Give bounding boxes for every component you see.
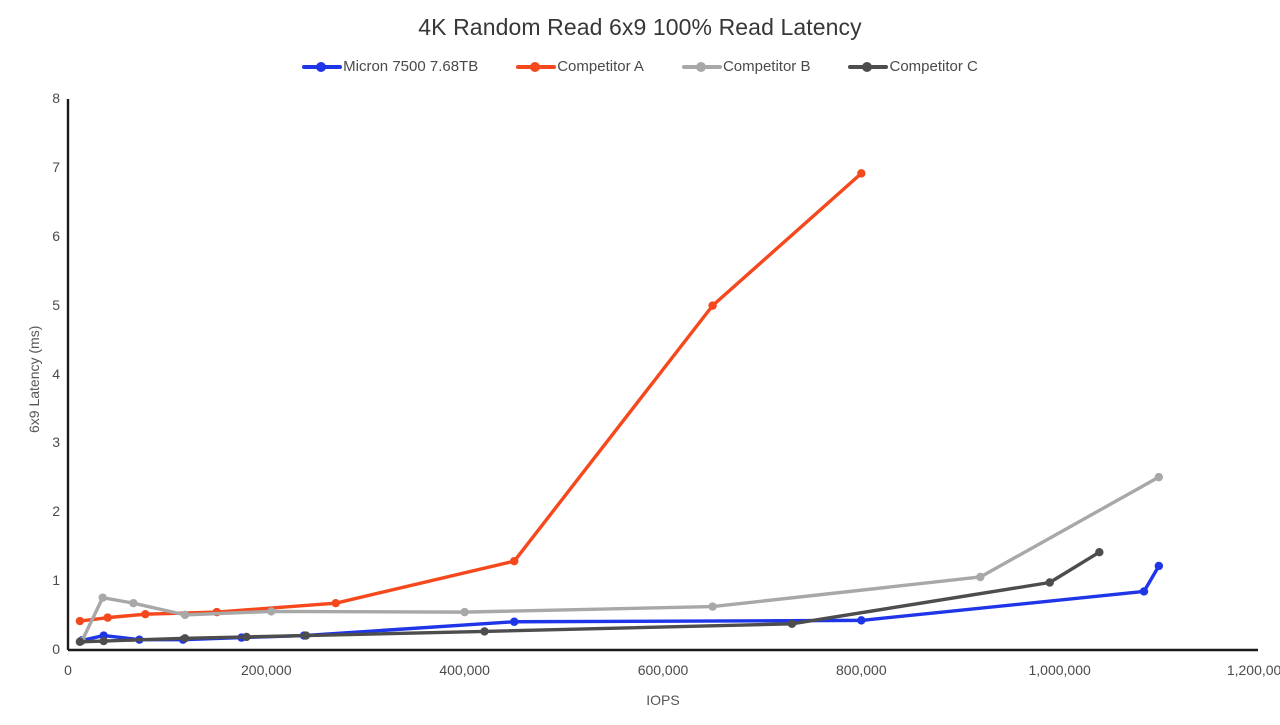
series-3 bbox=[77, 472, 1164, 646]
data-point bbox=[857, 169, 866, 178]
data-point bbox=[180, 610, 190, 620]
x-tick-label: 0 bbox=[64, 662, 72, 678]
data-point bbox=[99, 636, 108, 646]
data-point bbox=[1095, 548, 1104, 557]
data-point bbox=[708, 301, 717, 310]
data-point bbox=[141, 609, 150, 619]
data-point bbox=[510, 617, 519, 626]
series-4 bbox=[75, 548, 1104, 646]
y-tick-label: 3 bbox=[52, 434, 60, 451]
data-point bbox=[510, 556, 519, 566]
x-tick-label: 600,000 bbox=[637, 662, 689, 678]
y-tick-label: 2 bbox=[52, 503, 60, 520]
x-tick-label: 1,200,000 bbox=[1226, 662, 1280, 678]
data-point bbox=[1139, 587, 1149, 596]
series-line bbox=[78, 171, 864, 623]
data-point bbox=[301, 631, 311, 640]
data-point bbox=[480, 627, 489, 636]
data-point bbox=[787, 619, 797, 629]
x-tick-label: 400,000 bbox=[439, 662, 490, 678]
data-point bbox=[331, 598, 340, 608]
x-tick-label: 800,000 bbox=[836, 662, 887, 678]
data-point bbox=[1154, 561, 1164, 571]
x-tick-label: 200,000 bbox=[241, 662, 292, 678]
data-point bbox=[976, 572, 985, 582]
series-line bbox=[78, 550, 1102, 644]
data-point bbox=[180, 634, 190, 643]
data-point bbox=[103, 613, 112, 622]
chart-container: 4K Random Read 6x9 100% Read Latency Mic… bbox=[0, 0, 1280, 725]
x-tick-label: 1,000,000 bbox=[1028, 662, 1091, 678]
data-point bbox=[75, 616, 85, 626]
data-point bbox=[242, 632, 251, 642]
y-tick-label: 8 bbox=[52, 90, 60, 106]
data-point bbox=[129, 598, 138, 608]
data-point bbox=[857, 616, 866, 625]
y-tick-label: 7 bbox=[52, 158, 60, 175]
data-point bbox=[1154, 472, 1164, 482]
y-tick-label: 5 bbox=[52, 296, 60, 313]
y-tick-label: 0 bbox=[52, 641, 60, 657]
y-axis-title: 6x9 Latency (ms) bbox=[26, 325, 42, 433]
y-tick-label: 1 bbox=[52, 572, 60, 589]
data-point bbox=[98, 593, 107, 602]
plot-area bbox=[66, 99, 1258, 652]
series-1 bbox=[77, 561, 1164, 645]
series-2 bbox=[75, 169, 866, 626]
data-point bbox=[267, 607, 276, 616]
data-point bbox=[460, 607, 469, 617]
y-tick-label: 6 bbox=[52, 227, 60, 244]
data-point bbox=[1045, 578, 1054, 587]
x-axis-title: IOPS bbox=[646, 692, 680, 708]
series-line bbox=[80, 475, 1161, 643]
data-point bbox=[75, 637, 85, 646]
data-point bbox=[708, 602, 717, 611]
